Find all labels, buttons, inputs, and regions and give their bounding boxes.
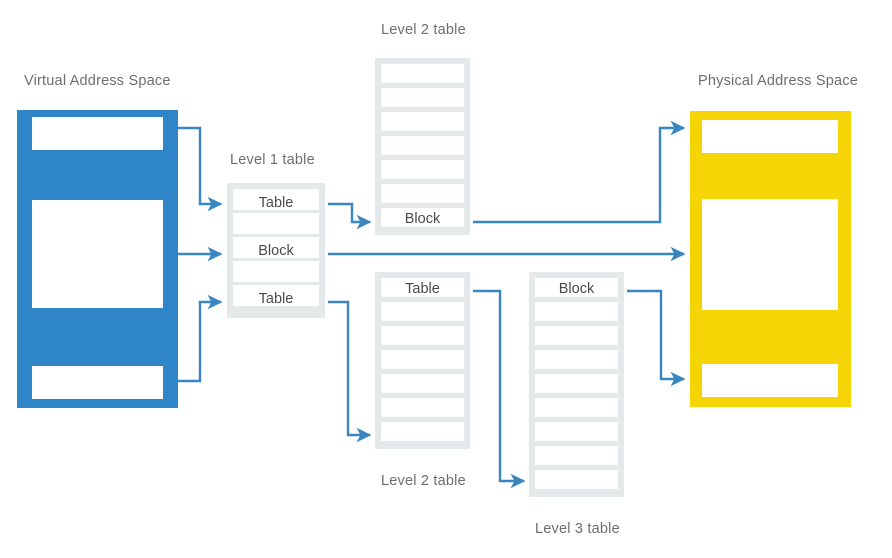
page-table-walk-diagram: Virtual Address Space Physical Address S… xyxy=(0,0,892,558)
arrow-level1-table-to-level2-top xyxy=(328,202,372,230)
arrow-level2-top-block-to-physical-top xyxy=(473,120,686,224)
arrow-level1-table2-to-level2-bottom xyxy=(328,300,372,443)
arrow-level3-block-to-physical-bottom xyxy=(627,289,686,387)
arrow-vas-top-to-level1-row1 xyxy=(178,126,223,212)
arrow-connectors-layer xyxy=(178,120,686,489)
arrow-vas-bottom-to-level1-row5 xyxy=(178,294,223,383)
arrow-level2-bottom-table-to-level3 xyxy=(473,289,526,489)
